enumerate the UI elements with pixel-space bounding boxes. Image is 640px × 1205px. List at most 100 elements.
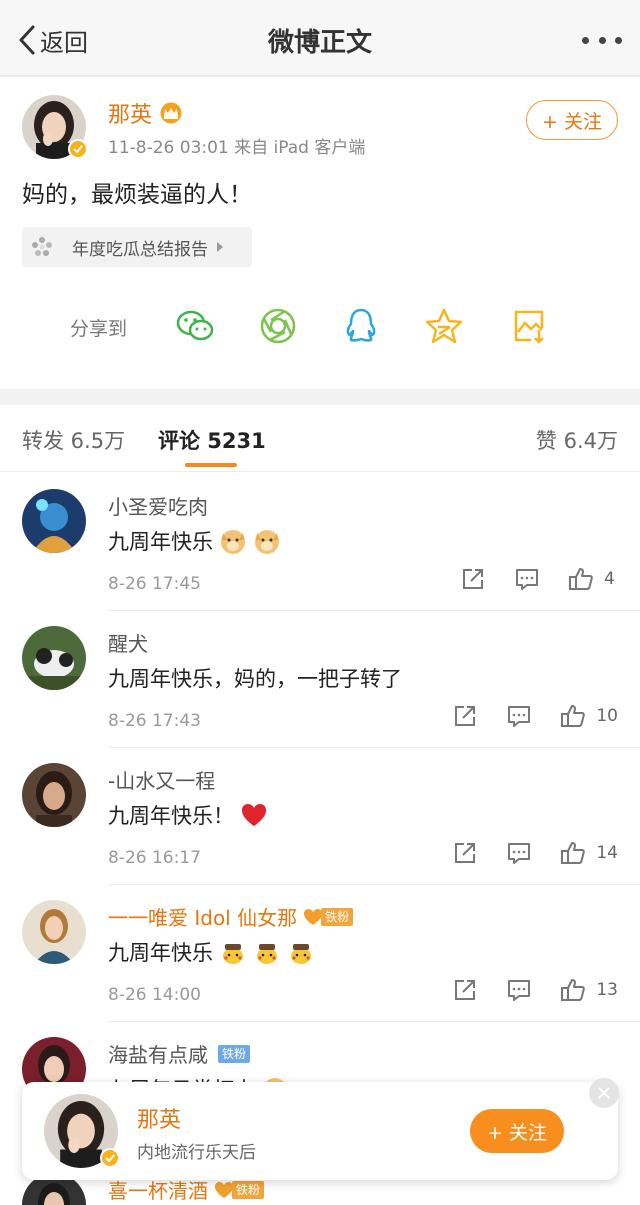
caret-right-icon xyxy=(217,242,223,252)
author-name[interactable]: 那英 xyxy=(108,97,152,129)
doge-emoji-icon xyxy=(221,530,245,554)
tab-repost[interactable]: 转发 6.5万 xyxy=(22,425,125,455)
author-info: 那英 xyxy=(108,97,184,129)
avatar-image xyxy=(22,626,86,690)
comment-text: 九周年快乐 xyxy=(108,937,315,967)
like-count: 10 xyxy=(596,706,618,726)
like-button[interactable]: 10 xyxy=(560,703,618,729)
commenter-name[interactable]: 小圣爱吃肉 xyxy=(108,491,208,520)
tab-like[interactable]: 赞 6.4万 xyxy=(536,425,618,455)
thumbs-up-icon xyxy=(561,842,586,864)
card-author-description: 内地流行乐天后 xyxy=(137,1143,256,1163)
author-avatar[interactable] xyxy=(44,1094,120,1168)
fan-badge-label: 铁粉 xyxy=(232,1180,265,1199)
share-row: 分享到 xyxy=(0,302,640,352)
comment-text: 九周年快乐！ xyxy=(108,800,268,830)
comment-text-content: 九周年快乐 xyxy=(108,530,213,554)
comment-actions: 10 xyxy=(424,703,618,729)
author-avatar[interactable] xyxy=(22,95,88,159)
comment-actions: 14 xyxy=(424,840,618,866)
fan-heart-icon xyxy=(304,908,323,925)
topic-tag[interactable]: 年度吃瓜总结报告 xyxy=(22,227,252,267)
repost-icon[interactable] xyxy=(452,840,478,866)
like-count: 13 xyxy=(596,980,618,1000)
tab-comment[interactable]: 评论 5231 xyxy=(158,425,266,455)
verified-badge-icon xyxy=(100,1148,120,1168)
fan-badge-label: 铁粉 xyxy=(218,1044,251,1063)
active-tab-indicator xyxy=(185,463,237,467)
comment-time: 8-26 16:17 xyxy=(108,848,201,868)
interaction-tabs: 转发 6.5万 评论 5231 赞 6.4万 xyxy=(0,405,640,472)
commenter-name[interactable]: -山水又一程 xyxy=(108,765,215,794)
save-image-icon[interactable] xyxy=(509,306,549,346)
comment-item: -山水又一程 九周年快乐！ 8-26 16:17 14 xyxy=(0,748,640,885)
dot-icon xyxy=(598,36,606,44)
commenter-avatar[interactable] xyxy=(22,489,86,553)
comment-text: 九周年快乐 xyxy=(108,526,281,556)
fan-badge: 铁粉 xyxy=(303,907,354,927)
like-button[interactable]: 4 xyxy=(568,566,618,592)
page-title: 微博正文 xyxy=(267,28,372,58)
topic-flower-icon xyxy=(32,237,52,256)
like-button[interactable]: 14 xyxy=(560,840,618,866)
moments-icon[interactable] xyxy=(258,306,298,346)
wechat-icon[interactable] xyxy=(175,306,215,346)
comment-time: 8-26 14:00 xyxy=(108,985,201,1005)
commenter-avatar[interactable] xyxy=(22,900,86,964)
pikachu-emoji-icon xyxy=(223,944,243,964)
crown-icon xyxy=(160,102,182,124)
like-count: 4 xyxy=(604,569,615,589)
weibo-post-page: 返回 微博正文 那英 11-8-26 03:01 来自 iPad 客户端 + 关… xyxy=(0,0,640,1205)
comment-actions: 4 xyxy=(432,566,618,592)
verified-badge-icon xyxy=(68,139,88,159)
avatar-image xyxy=(22,489,86,553)
more-options-button[interactable] xyxy=(582,28,622,52)
comment-text: 九周年快乐，妈的，一把子转了 xyxy=(108,663,402,693)
reply-icon[interactable] xyxy=(506,977,532,1003)
post-text: 妈的，最烦装逼的人！ xyxy=(22,182,252,208)
commenter-name-text[interactable]: 海盐有点咸 xyxy=(108,1039,208,1068)
pikachu-emoji-icon xyxy=(291,944,311,964)
fan-badge-label: 铁粉 xyxy=(321,907,354,926)
card-follow-button[interactable]: + 关注 xyxy=(470,1109,564,1153)
pikachu-emoji-icon xyxy=(257,944,277,964)
avatar-image xyxy=(22,763,86,827)
reply-icon[interactable] xyxy=(506,703,532,729)
doge-emoji-icon xyxy=(255,530,279,554)
commenter-name[interactable]: 醒犬 xyxy=(108,628,148,657)
topic-tag-label: 年度吃瓜总结报告 xyxy=(72,239,208,260)
follow-button[interactable]: + 关注 xyxy=(526,100,618,140)
comment-item: 一一唯爱 Idol 仙女那 铁粉 九周年快乐 8-26 14:00 13 xyxy=(0,885,640,1022)
fan-badge: 铁粉 xyxy=(214,1044,251,1064)
share-label: 分享到 xyxy=(70,318,128,340)
repost-icon[interactable] xyxy=(452,703,478,729)
reply-icon[interactable] xyxy=(514,566,540,592)
comment-time: 8-26 17:43 xyxy=(108,711,201,731)
heart-emoji-icon xyxy=(242,804,266,826)
close-icon xyxy=(598,1087,610,1099)
qzone-icon[interactable] xyxy=(424,306,464,346)
reply-icon[interactable] xyxy=(506,840,532,866)
comment-item: 小圣爱吃肉 九周年快乐 8-26 17:45 4 xyxy=(0,474,640,611)
qq-icon[interactable] xyxy=(341,306,381,346)
fan-heart-icon xyxy=(215,1181,233,1198)
thumbs-up-icon xyxy=(561,979,586,1001)
dot-icon xyxy=(615,36,622,44)
thumbs-up-icon xyxy=(561,705,586,727)
commenter-name-text[interactable]: 一一唯爱 Idol 仙女那 xyxy=(108,902,297,931)
post-card: 那英 11-8-26 03:01 来自 iPad 客户端 + 关注 妈的，最烦装… xyxy=(0,77,640,389)
commenter-name: 海盐有点咸 铁粉 xyxy=(108,1039,251,1068)
avatar-image xyxy=(22,900,86,964)
floating-follow-card: 那英 内地流行乐天后 + 关注 xyxy=(22,1078,619,1180)
comment-actions: 13 xyxy=(424,977,618,1003)
commenter-name: 一一唯爱 Idol 仙女那 铁粉 xyxy=(108,902,354,931)
nav-bar: 返回 微博正文 xyxy=(0,0,640,76)
repost-icon[interactable] xyxy=(460,566,486,592)
repost-icon[interactable] xyxy=(452,977,478,1003)
commenter-avatar[interactable] xyxy=(22,763,86,827)
card-author-name[interactable]: 那英 xyxy=(137,1102,181,1134)
post-meta: 11-8-26 03:01 来自 iPad 客户端 xyxy=(108,138,366,158)
close-button[interactable] xyxy=(589,1078,619,1108)
like-button[interactable]: 13 xyxy=(560,977,618,1003)
commenter-avatar[interactable] xyxy=(22,626,86,690)
